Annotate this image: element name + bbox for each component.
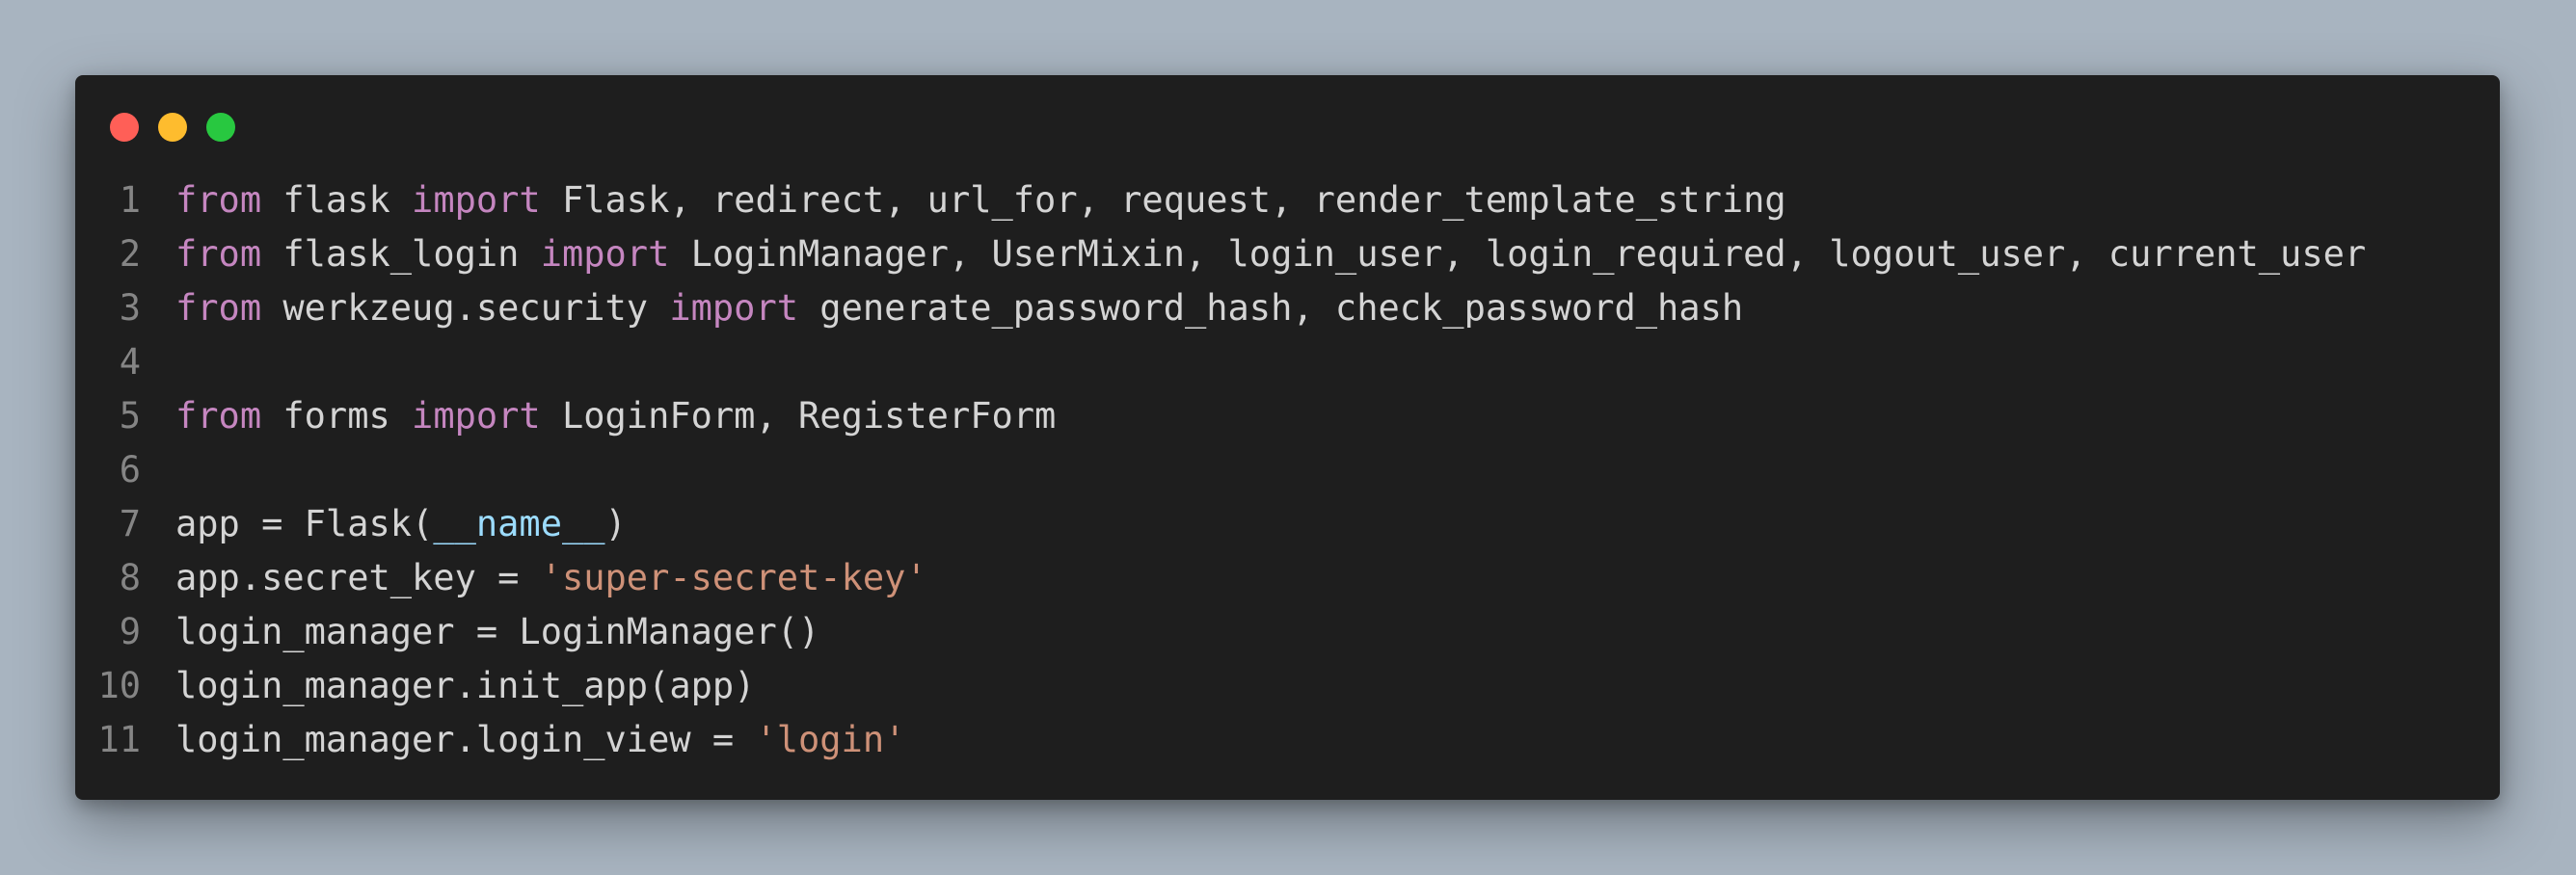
window-titlebar bbox=[110, 113, 235, 142]
code-text: from flask import Flask, redirect, url_f… bbox=[141, 173, 1786, 227]
line-number: 6 bbox=[119, 449, 141, 491]
code-token: login_manager.login_view = bbox=[175, 719, 756, 760]
line-number: 7 bbox=[119, 503, 141, 544]
line-number: 2 bbox=[119, 233, 141, 275]
keyword-token: import bbox=[540, 233, 670, 275]
close-window-button[interactable] bbox=[110, 113, 139, 142]
code-token: login_manager.init_app(app) bbox=[175, 665, 756, 706]
code-token: generate_password_hash, check_password_h… bbox=[798, 287, 1744, 329]
variable-token: __name__ bbox=[433, 503, 605, 544]
line-number: 3 bbox=[119, 287, 141, 329]
code-text: app = Flask(__name__) bbox=[141, 497, 627, 551]
code-line: 5 from forms import LoginForm, RegisterFo… bbox=[75, 389, 2500, 443]
code-token: flask_login bbox=[261, 233, 541, 275]
keyword-token: from bbox=[175, 179, 262, 221]
line-number: 8 bbox=[119, 557, 141, 598]
code-block[interactable]: 1 from flask import Flask, redirect, url_… bbox=[75, 173, 2500, 767]
keyword-token: from bbox=[175, 287, 262, 329]
line-number: 9 bbox=[119, 611, 141, 652]
keyword-token: import bbox=[669, 287, 799, 329]
code-token: ) bbox=[604, 503, 627, 544]
code-token: LoginManager, UserMixin, login_user, log… bbox=[669, 233, 2367, 275]
code-text: login_manager.init_app(app) bbox=[141, 659, 755, 713]
code-token: app = Flask( bbox=[175, 503, 434, 544]
code-token: forms bbox=[261, 395, 413, 437]
keyword-token: import bbox=[412, 179, 541, 221]
line-number: 4 bbox=[119, 341, 141, 383]
code-token: login_manager = LoginManager() bbox=[175, 611, 820, 652]
code-token: LoginForm, RegisterForm bbox=[540, 395, 1057, 437]
code-line: 8 app.secret_key = 'super-secret-key' bbox=[75, 551, 2500, 605]
keyword-token: import bbox=[412, 395, 541, 437]
zoom-window-button[interactable] bbox=[206, 113, 235, 142]
code-token: app.secret_key = bbox=[175, 557, 541, 598]
string-token: 'super-secret-key' bbox=[540, 557, 927, 598]
code-text: login_manager = LoginManager() bbox=[141, 605, 819, 659]
code-token: Flask, redirect, url_for, request, rende… bbox=[540, 179, 1786, 221]
code-line: 1 from flask import Flask, redirect, url_… bbox=[75, 173, 2500, 227]
code-token: flask bbox=[261, 179, 413, 221]
line-number: 1 bbox=[119, 179, 141, 221]
keyword-token: from bbox=[175, 233, 262, 275]
code-window: 1 from flask import Flask, redirect, url_… bbox=[75, 75, 2500, 800]
code-token: werkzeug.security bbox=[261, 287, 670, 329]
code-line: 9 login_manager = LoginManager() bbox=[75, 605, 2500, 659]
code-text: login_manager.login_view = 'login' bbox=[141, 713, 905, 767]
code-line: 3 from werkzeug.security import generate_… bbox=[75, 281, 2500, 335]
code-line: 10 login_manager.init_app(app) bbox=[75, 659, 2500, 713]
line-number: 10 bbox=[97, 665, 141, 706]
code-text: from flask_login import LoginManager, Us… bbox=[141, 227, 2366, 281]
code-text: app.secret_key = 'super-secret-key' bbox=[141, 551, 927, 605]
line-number: 11 bbox=[97, 719, 141, 760]
code-text: from werkzeug.security import generate_p… bbox=[141, 281, 1743, 335]
code-text: from forms import LoginForm, RegisterFor… bbox=[141, 389, 1056, 443]
code-line: 7 app = Flask(__name__) bbox=[75, 497, 2500, 551]
keyword-token: from bbox=[175, 395, 262, 437]
line-number: 5 bbox=[119, 395, 141, 437]
code-line: 11 login_manager.login_view = 'login' bbox=[75, 713, 2500, 767]
minimize-window-button[interactable] bbox=[158, 113, 187, 142]
string-token: 'login' bbox=[755, 719, 906, 760]
code-line: 4 bbox=[75, 335, 2500, 389]
code-line: 2 from flask_login import LoginManager, U… bbox=[75, 227, 2500, 281]
code-line: 6 bbox=[75, 443, 2500, 497]
